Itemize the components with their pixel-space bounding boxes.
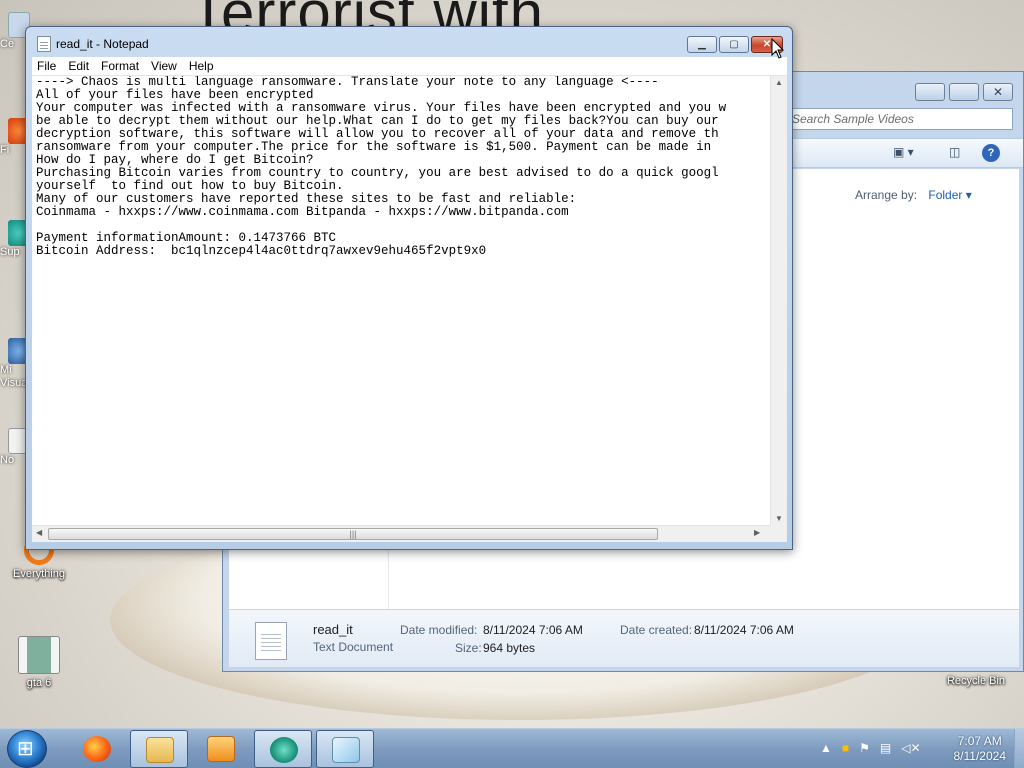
details-created-label: Date created: [620,623,693,637]
arrange-by: Arrange by: Folder ▾ [855,188,972,202]
help-icon[interactable]: ? [982,144,1000,162]
taskbar: ▲ ■ ⚑ ▤ ◁✕ 7:07 AM 8/11/2024 [0,728,1024,768]
windows-update-icon[interactable]: ■ [842,741,849,755]
vertical-scrollbar[interactable]: ▲ ▼ [770,76,787,525]
mouse-cursor-icon [771,38,785,59]
text-document-icon [255,622,287,660]
taskbar-explorer[interactable] [130,730,188,768]
firefox-icon [83,736,111,762]
notepad-title: read_it - Notepad [56,37,149,51]
scroll-left-icon[interactable]: ◀ [36,528,42,537]
explorer-maximize-button[interactable] [949,83,979,101]
details-pane: read_it Text Document Date modified: 8/1… [229,609,1019,667]
notepad-window[interactable]: read_it - Notepad ▁ ▢ ✕ File Edit Format Vi… [25,26,793,550]
maximize-button[interactable]: ▢ [719,36,749,53]
details-file-type: Text Document [313,640,394,654]
clock-date: 8/11/2024 [953,749,1007,763]
notepad-icon [37,36,51,52]
ransom-note-text[interactable]: ----> Chaos is multi language ransomware… [36,76,766,524]
menu-help[interactable]: Help [183,57,220,73]
start-button[interactable] [7,730,47,768]
minimize-button[interactable]: ▁ [687,36,717,53]
arrange-by-dropdown[interactable]: Folder ▾ [928,188,971,202]
network-icon[interactable]: ▤ [880,741,891,755]
details-file-name: read_it [313,622,353,637]
media-player-icon [207,736,235,762]
volume-muted-icon[interactable]: ◁✕ [901,741,920,755]
clock[interactable]: 7:07 AM 8/11/2024 [954,734,1007,764]
menu-file[interactable]: File [32,57,62,73]
show-desktop-button[interactable] [1014,729,1024,768]
taskbar-task-manager[interactable] [254,730,312,768]
action-center-flag-icon[interactable]: ⚑ [859,741,870,755]
recycle-bin-icon [959,638,993,672]
details-size-label: Size: [455,641,482,655]
menu-bar: File Edit Format View Help [32,57,787,76]
taskbar-media-player[interactable] [192,730,250,768]
horizontal-scrollbar[interactable]: ◀ ||| ▶ [32,525,770,542]
scrollbar-corner [770,525,787,542]
details-size-value: 964 bytes [483,641,536,655]
details-modified-label: Date modified: [400,623,478,637]
horizontal-scroll-thumb[interactable]: ||| [48,528,658,540]
notepad-icon [332,737,360,763]
explorer-search-input[interactable]: Search Sample Videos [787,108,1013,130]
explorer-close-button[interactable]: ✕ [983,83,1013,101]
show-hidden-icons-icon[interactable]: ▲ [820,741,832,755]
desktop-icon-recycle-bin[interactable]: Recycle Bin [943,638,1009,687]
task-manager-icon [270,737,298,763]
menu-edit[interactable]: Edit [62,57,95,73]
file-icon [18,636,60,674]
taskbar-firefox[interactable] [68,730,126,768]
menu-view[interactable]: View [145,57,183,73]
details-created-value: 8/11/2024 7:06 AM [694,623,794,637]
view-options-icon[interactable]: ▣ ▾ [893,145,914,159]
text-editor[interactable]: ----> Chaos is multi language ransomware… [32,76,787,542]
menu-format[interactable]: Format [95,57,145,73]
preview-pane-icon[interactable]: ◫ [949,145,960,159]
explorer-minimize-button[interactable] [915,83,945,101]
details-modified-value: 8/11/2024 7:06 AM [483,623,583,637]
desktop-icon-gta6[interactable]: gta 6 [7,636,71,689]
clock-time: 7:07 AM [957,734,1002,748]
scroll-up-icon[interactable]: ▲ [775,78,783,87]
scroll-right-icon[interactable]: ▶ [754,528,760,537]
folder-icon [146,737,174,763]
scroll-down-icon[interactable]: ▼ [775,514,783,523]
system-tray: ▲ ■ ⚑ ▤ ◁✕ [820,741,931,755]
taskbar-notepad[interactable] [316,730,374,768]
